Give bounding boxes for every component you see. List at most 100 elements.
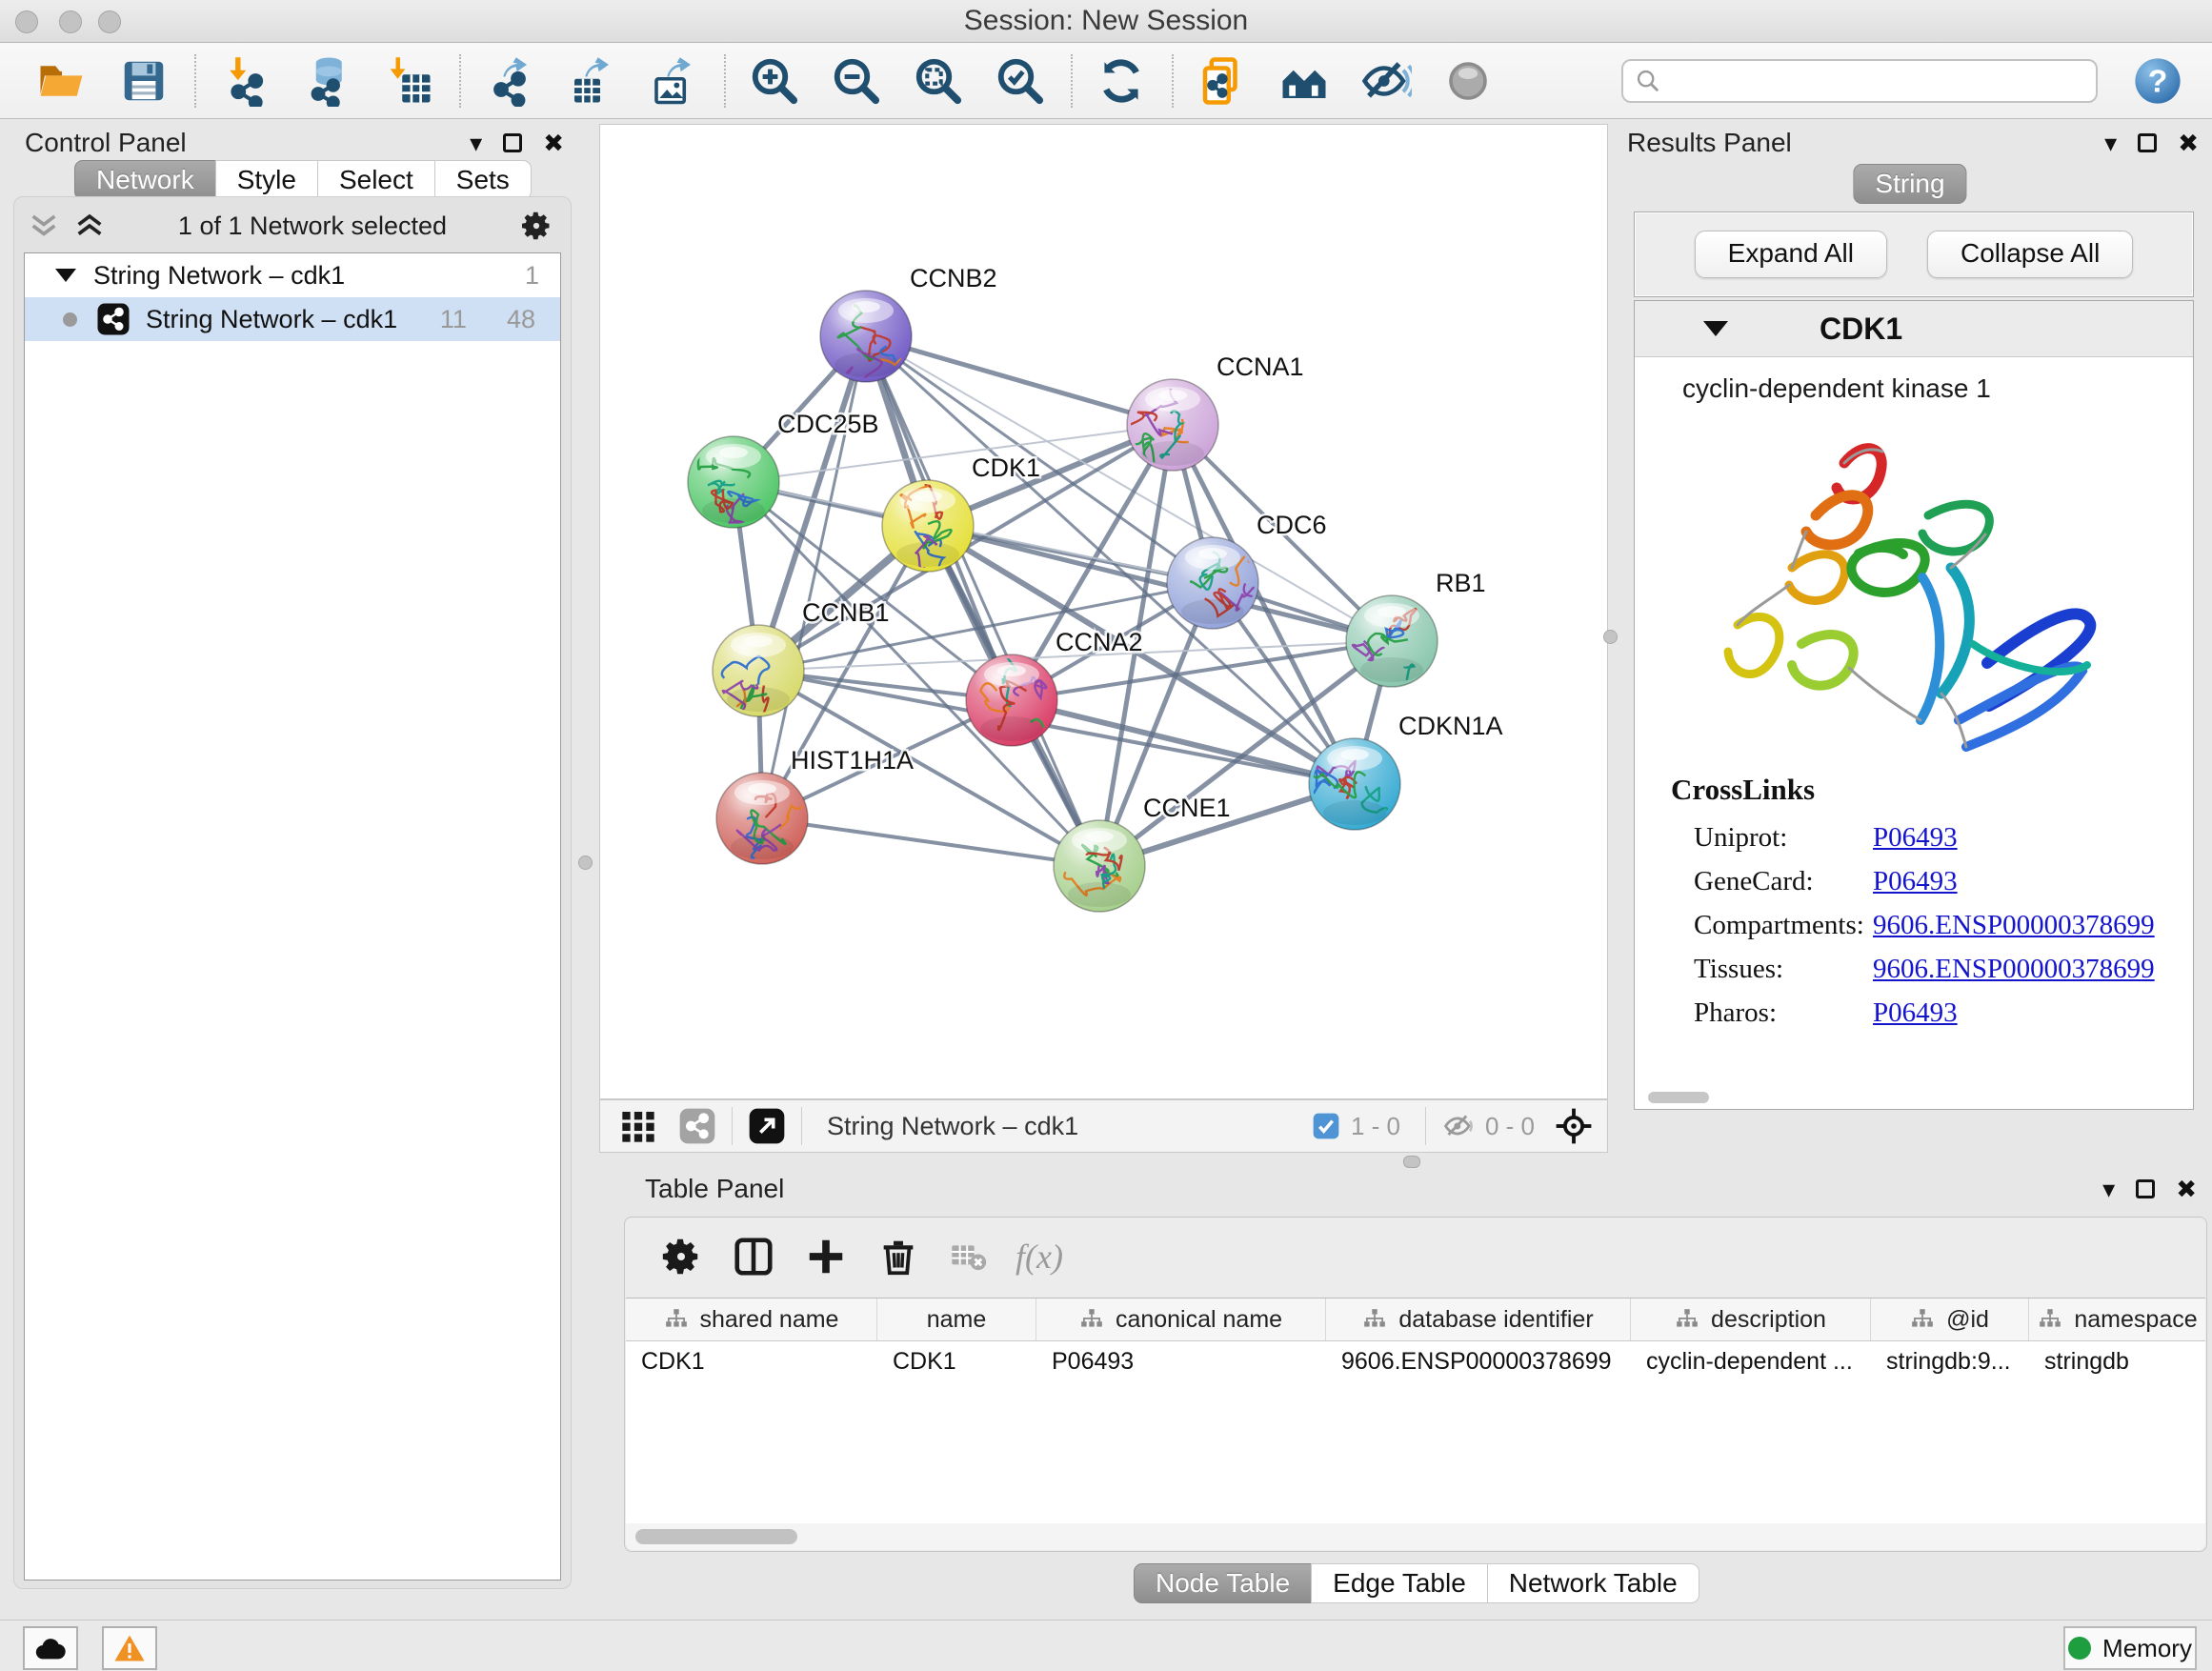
splitter-handle[interactable] [1403,1156,1420,1168]
tab-node-table[interactable]: Node Table [1134,1563,1312,1603]
export-table-icon[interactable] [566,55,617,107]
control-panel-collapse-icon[interactable]: ▾ [470,131,482,155]
column-header-shared-name[interactable]: shared name [626,1299,877,1340]
results-panel-collapse-icon[interactable]: ▾ [2104,131,2117,155]
network-edge[interactable] [866,336,1173,425]
toolbar-search-box[interactable] [1621,59,2098,103]
table-cell[interactable]: 9606.ENSP00000378699 [1326,1341,1631,1381]
collapse-all-networks-icon[interactable] [28,211,60,240]
zoom-selected-icon[interactable] [995,55,1046,107]
cloud-status-button[interactable] [23,1626,78,1670]
network-column-icon [1362,1308,1387,1331]
table-panel-float-icon[interactable] [2136,1179,2155,1198]
column-header-canonical-name[interactable]: canonical name [1036,1299,1326,1340]
export-image-icon[interactable] [648,55,699,107]
first-neighbors-icon[interactable] [1278,55,1330,107]
zoom-fit-icon[interactable] [913,55,964,107]
column-header-database-identifier[interactable]: database identifier [1326,1299,1631,1340]
tab-network-table[interactable]: Network Table [1487,1563,1699,1603]
delete-column-icon[interactable] [876,1235,920,1278]
table-cell[interactable]: cyclin-dependent ... [1631,1341,1871,1381]
results-panel-float-icon[interactable] [2138,133,2157,152]
network-graph[interactable]: CCNB2CCNA1CDC25BCDK1CDC6RB1CCNB1CCNA2CDK… [600,125,1607,1098]
table-cell[interactable]: CDK1 [877,1341,1036,1381]
clone-network-icon[interactable] [1196,55,1248,107]
tab-sets[interactable]: Sets [434,160,532,200]
network-edge-count: 48 [507,305,535,334]
grid-view-icon[interactable] [619,1107,657,1145]
gene-card-header[interactable]: CDK1 [1635,301,2193,357]
table-hscrollbar[interactable] [626,1523,2205,1550]
table-row[interactable]: CDK1CDK1P064939606.ENSP00000378699cyclin… [626,1341,2205,1381]
control-panel-close-icon[interactable]: ✖ [543,131,564,155]
selected-checkbox-icon[interactable] [1311,1111,1341,1141]
collection-expand-icon[interactable] [55,269,76,282]
crosslinks-title: CrossLinks [1671,773,1815,807]
results-panel-close-icon[interactable]: ✖ [2178,131,2199,155]
warning-status-button[interactable] [102,1626,157,1670]
table-cell[interactable]: P06493 [1036,1341,1326,1381]
export-network-icon[interactable] [484,55,535,107]
table-cell[interactable]: stringdb:9... [1871,1341,2029,1381]
expand-all-button[interactable]: Expand All [1695,231,1887,278]
splitter-handle[interactable] [578,856,593,870]
refresh-layout-icon[interactable] [1096,55,1147,107]
network-edge[interactable] [762,818,1099,866]
hidden-eye-icon[interactable] [1441,1109,1476,1143]
zoom-out-icon[interactable] [831,55,882,107]
search-input[interactable] [1661,65,2065,96]
node-label-CDK1: CDK1 [972,453,1040,482]
network-status-dot [63,312,77,327]
tab-network[interactable]: Network [74,160,216,200]
show-all-icon[interactable] [1442,55,1494,107]
open-session-icon[interactable] [36,55,88,107]
crosslink-link[interactable]: P06493 [1873,866,2174,897]
gene-card-collapse-icon[interactable] [1703,321,1728,336]
add-column-icon[interactable] [804,1235,848,1278]
table-panel-close-icon[interactable]: ✖ [2176,1177,2197,1201]
expand-all-networks-icon[interactable] [73,211,106,240]
collapse-all-button[interactable]: Collapse All [1927,231,2133,278]
column-header-namespace[interactable]: namespace [2029,1299,2205,1340]
help-icon[interactable]: ? [2132,55,2183,107]
network-canvas[interactable]: CCNB2CCNA1CDC25BCDK1CDC6RB1CCNB1CCNA2CDK… [599,124,1608,1099]
zoom-in-icon[interactable] [749,55,800,107]
crosslink-link[interactable]: 9606.ENSP00000378699 [1873,910,2174,941]
save-session-icon[interactable] [118,55,170,107]
crosslink-row: Compartments:9606.ENSP00000378699 [1694,903,2174,947]
import-table-from-file-icon[interactable] [383,55,434,107]
table-cell[interactable]: CDK1 [626,1341,877,1381]
table-hscrollbar-thumb[interactable] [635,1529,797,1544]
tab-style[interactable]: Style [215,160,318,200]
status-bar: Memory [0,1620,2212,1671]
crosslink-row: GeneCard:P06493 [1694,859,2174,903]
network-edge[interactable] [866,336,1099,866]
tab-string[interactable]: String [1853,164,1966,204]
column-header-name[interactable]: name [877,1299,1036,1340]
fit-content-crosshair-icon[interactable] [1554,1106,1594,1146]
column-header--id[interactable]: @id [1871,1299,2029,1340]
column-header-description[interactable]: description [1631,1299,1871,1340]
import-network-from-file-icon[interactable] [219,55,271,107]
table-options-gear-icon[interactable] [659,1235,703,1278]
show-columns-icon[interactable] [732,1235,775,1278]
table-panel-collapse-icon[interactable]: ▾ [2102,1177,2115,1201]
crosslink-link[interactable]: 9606.ENSP00000378699 [1873,954,2174,985]
tab-select[interactable]: Select [317,160,435,200]
birdseye-view-icon[interactable] [748,1107,786,1145]
network-selection-status: 1 of 1 Network selected [106,211,519,241]
control-panel-float-icon[interactable] [503,133,522,152]
tab-edge-table[interactable]: Edge Table [1311,1563,1488,1603]
network-view-icon-disabled[interactable] [678,1107,716,1145]
network-collection-row[interactable]: String Network – cdk1 1 [25,253,560,297]
results-hscrollbar-thumb[interactable] [1648,1092,1709,1103]
table-cell[interactable]: stringdb [2029,1341,2205,1381]
network-row-selected[interactable]: String Network – cdk1 11 48 [25,297,560,341]
import-network-from-database-icon[interactable] [301,55,352,107]
crosslink-link[interactable]: P06493 [1873,822,2174,854]
column-header-label: database identifier [1398,1306,1593,1334]
memory-button[interactable]: Memory [2063,1626,2197,1670]
hide-selected-icon[interactable] [1360,55,1412,107]
network-options-gear-icon[interactable] [519,209,553,243]
crosslink-link[interactable]: P06493 [1873,997,2174,1029]
